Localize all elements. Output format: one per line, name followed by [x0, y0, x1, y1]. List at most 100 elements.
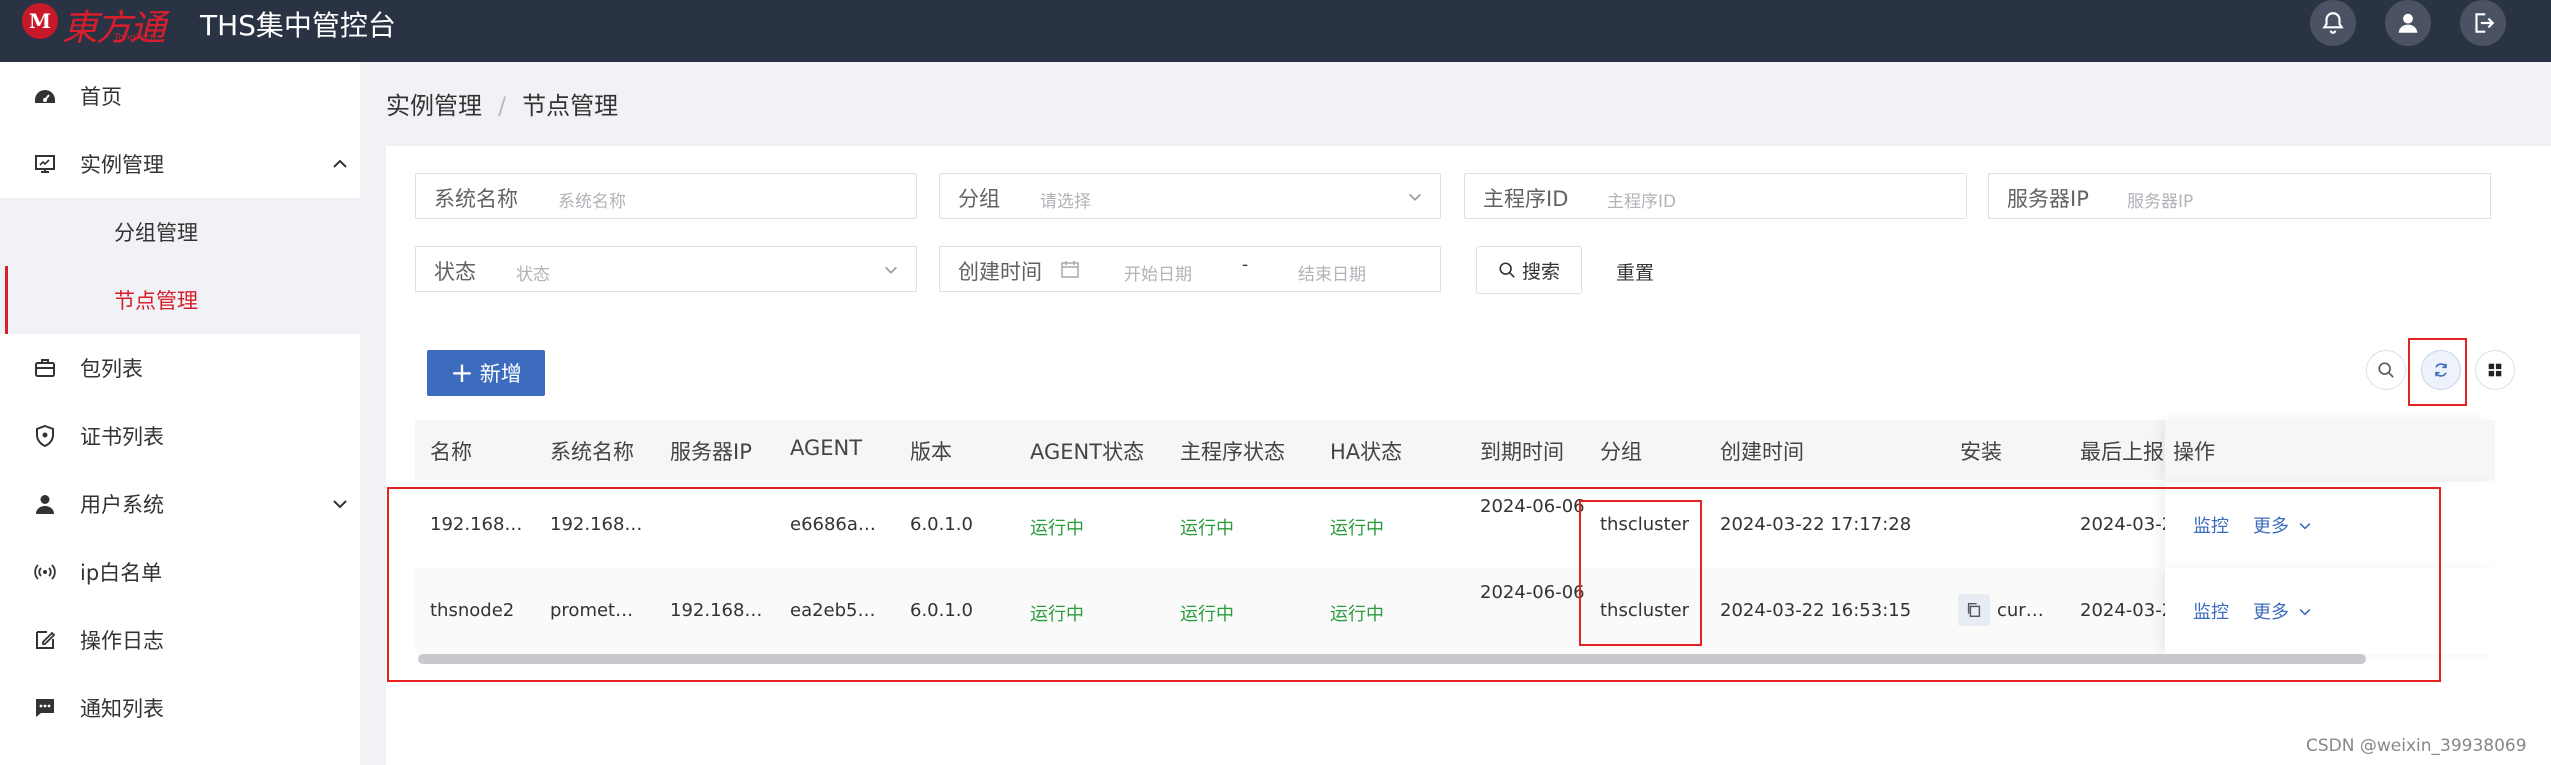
shield-icon: [32, 423, 58, 449]
server-ip-filter[interactable]: 服务器IP 服务器IP: [1988, 173, 2491, 219]
search-icon: [1499, 262, 1515, 278]
logo-subtext: TongTech: [114, 33, 156, 43]
sidebar-item-package-list[interactable]: 包列表: [0, 334, 360, 402]
sidebar-item-label: 分组管理: [114, 221, 198, 245]
user-icon: [2398, 13, 2418, 33]
sidebar-item-label: 用户系统: [80, 493, 164, 517]
monitor-icon: [32, 151, 58, 177]
plus-icon: +: [450, 356, 474, 389]
breadcrumb-current: 节点管理: [522, 92, 619, 120]
sidebar-item-label: 节点管理: [114, 289, 198, 313]
status-select[interactable]: 状态 状态: [415, 246, 917, 292]
sidebar-item-label: 实例管理: [80, 153, 164, 177]
sidebar-item-user-system[interactable]: 用户系统: [0, 470, 360, 538]
calendar-icon: [1061, 261, 1079, 278]
sidebar-item-home[interactable]: 首页: [0, 62, 360, 130]
logo-text: 東方通: [62, 8, 166, 49]
logout-button[interactable]: [2460, 0, 2506, 46]
sidebar-item-label: 首页: [80, 85, 122, 109]
sidebar-item-instance-management[interactable]: 实例管理: [0, 130, 360, 198]
column-header: HA状态: [1330, 440, 1403, 464]
annotation-box-group: [1579, 500, 1702, 646]
group-select[interactable]: 分组 请选择: [939, 173, 1441, 219]
start-date-input[interactable]: 开始日期: [1124, 260, 1192, 285]
dashboard-icon: [32, 83, 58, 109]
breadcrumb-parent[interactable]: 实例管理: [386, 92, 482, 120]
column-settings-button[interactable]: [2475, 350, 2515, 390]
sidebar-item-label: 通知列表: [80, 697, 164, 721]
chevron-down-icon: [1409, 193, 1421, 201]
search-button[interactable]: 搜索: [1476, 246, 1582, 294]
broadcast-icon: [32, 559, 58, 585]
sidebar: 首页 实例管理 分组管理 节点管理 包列表 证书列表 用户系统 ip白名单 操作…: [0, 62, 360, 765]
sidebar-item-notification-list[interactable]: 通知列表: [0, 674, 360, 742]
sidebar-item-label: 操作日志: [80, 629, 164, 653]
field-label: 系统名称: [434, 187, 518, 211]
top-header: M 東方通 TongTech THS集中管控台: [0, 0, 2551, 62]
briefcase-icon: [32, 355, 58, 381]
search-button-label: 搜索: [1521, 260, 1560, 283]
watermark: CSDN @weixin_39938069: [2306, 736, 2527, 756]
column-header: 到期时间: [1480, 440, 1564, 464]
field-label: 创建时间: [958, 260, 1042, 284]
search-icon: [2378, 362, 2394, 378]
column-header: 分组: [1600, 440, 1642, 464]
sidebar-item-group-management[interactable]: 分组管理: [0, 198, 360, 266]
logout-icon: [2475, 13, 2495, 33]
field-label: 分组: [958, 187, 1000, 211]
group-select-placeholder: 请选择: [1040, 192, 1091, 212]
logo: M 東方通 TongTech: [22, 3, 184, 49]
chevron-down-icon: [885, 266, 897, 274]
toggle-search-button[interactable]: [2366, 350, 2406, 390]
breadcrumb: 实例管理 / 节点管理: [386, 86, 618, 121]
system-name-input[interactable]: 系统名称: [558, 187, 626, 212]
add-button-label: 新增: [479, 362, 522, 386]
message-icon: [32, 695, 58, 721]
reset-button[interactable]: 重置: [1616, 258, 1654, 285]
user-icon: [32, 491, 58, 517]
chevron-up-icon: [333, 159, 347, 168]
column-header: 最后上报: [2080, 440, 2164, 464]
column-header: 主程序状态: [1180, 440, 1285, 464]
column-header: AGENT: [790, 436, 863, 460]
bell-icon: [2322, 12, 2344, 34]
app-title: THS集中管控台: [200, 9, 396, 42]
column-header: 名称: [430, 440, 472, 464]
grid-icon: [2488, 363, 2502, 377]
notification-button[interactable]: [2310, 0, 2356, 46]
user-profile-button[interactable]: [2385, 0, 2431, 46]
column-header: 创建时间: [1720, 440, 1804, 464]
column-header: 服务器IP: [670, 440, 752, 464]
annotation-box-refresh: [2408, 338, 2467, 406]
server-ip-input[interactable]: 服务器IP: [2127, 187, 2193, 212]
edit-icon: [32, 627, 58, 653]
date-range-separator: -: [1242, 255, 1249, 275]
field-label: 状态: [434, 260, 476, 284]
column-header: 操作: [2173, 440, 2215, 464]
breadcrumb-separator: /: [498, 92, 507, 120]
field-label: 服务器IP: [2007, 187, 2089, 211]
annotation-box-table: [387, 487, 2441, 682]
sidebar-item-operation-log[interactable]: 操作日志: [0, 606, 360, 674]
created-time-range[interactable]: 创建时间 开始日期 - 结束日期: [939, 246, 1441, 292]
end-date-input[interactable]: 结束日期: [1298, 260, 1366, 285]
add-button[interactable]: + 新增: [427, 350, 545, 396]
sidebar-item-certificate-list[interactable]: 证书列表: [0, 402, 360, 470]
status-select-placeholder: 状态: [516, 265, 550, 285]
column-header: 版本: [910, 440, 952, 464]
system-name-filter[interactable]: 系统名称 系统名称: [415, 173, 917, 219]
column-header: 系统名称: [550, 440, 634, 464]
sidebar-item-label: 证书列表: [80, 425, 164, 449]
sidebar-item-ip-whitelist[interactable]: ip白名单: [0, 538, 360, 606]
sidebar-item-label: 包列表: [80, 357, 143, 381]
sidebar-item-node-management[interactable]: 节点管理: [0, 266, 360, 334]
field-label: 主程序ID: [1483, 187, 1569, 211]
column-header: AGENT状态: [1030, 440, 1145, 464]
operations-column-header: 操作: [2165, 420, 2495, 480]
column-header: 安装: [1960, 440, 2002, 464]
sidebar-item-label: ip白名单: [80, 561, 163, 585]
chevron-down-icon: [333, 500, 347, 509]
program-id-filter[interactable]: 主程序ID 主程序ID: [1464, 173, 1967, 219]
program-id-input[interactable]: 主程序ID: [1607, 187, 1676, 212]
logo-mark: M: [22, 3, 58, 39]
